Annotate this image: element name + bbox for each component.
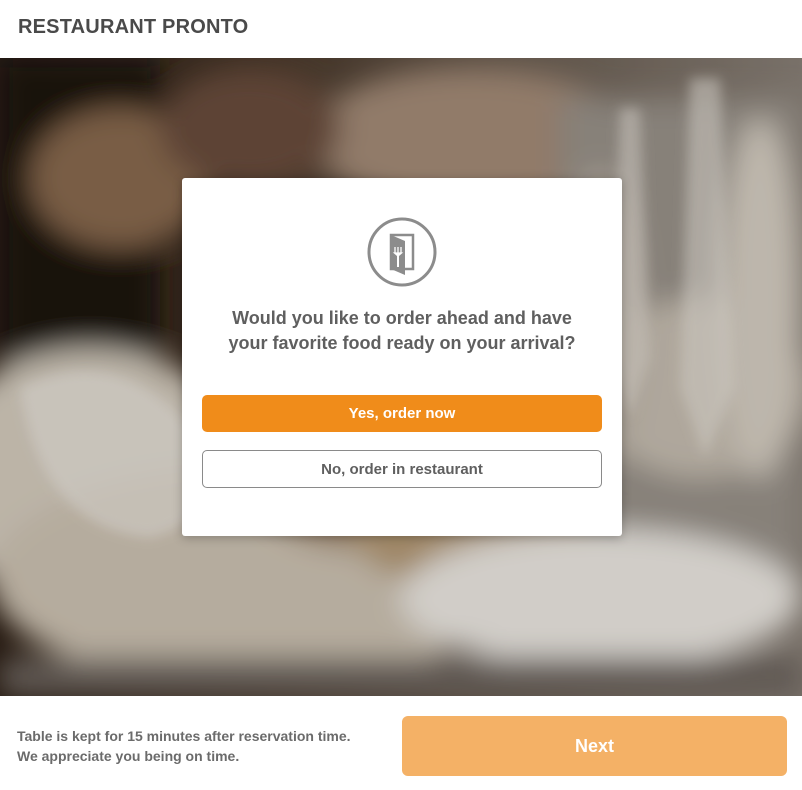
question-line-1: Would you like to order ahead and have [232,308,572,328]
notice-line-1: Table is kept for 15 minutes after reser… [17,728,351,744]
brand-title: RESTAURANT PRONTO [18,16,249,38]
next-button[interactable]: Next [402,716,787,776]
menu-cutlery-icon [367,217,437,287]
footer-bar: Table is kept for 15 minutes after reser… [0,696,802,790]
notice-line-2: We appreciate you being on time. [17,748,240,764]
yes-order-now-button[interactable]: Yes, order now [202,395,602,432]
reservation-notice: Table is kept for 15 minutes after reser… [17,726,351,766]
order-ahead-dialog: Would you like to order ahead and have y… [182,178,622,536]
app-header: RESTAURANT PRONTO [0,0,802,58]
order-ahead-question: Would you like to order ahead and have y… [202,306,602,356]
no-order-in-restaurant-button[interactable]: No, order in restaurant [202,450,602,488]
question-line-2: your favorite food ready on your arrival… [228,333,576,353]
